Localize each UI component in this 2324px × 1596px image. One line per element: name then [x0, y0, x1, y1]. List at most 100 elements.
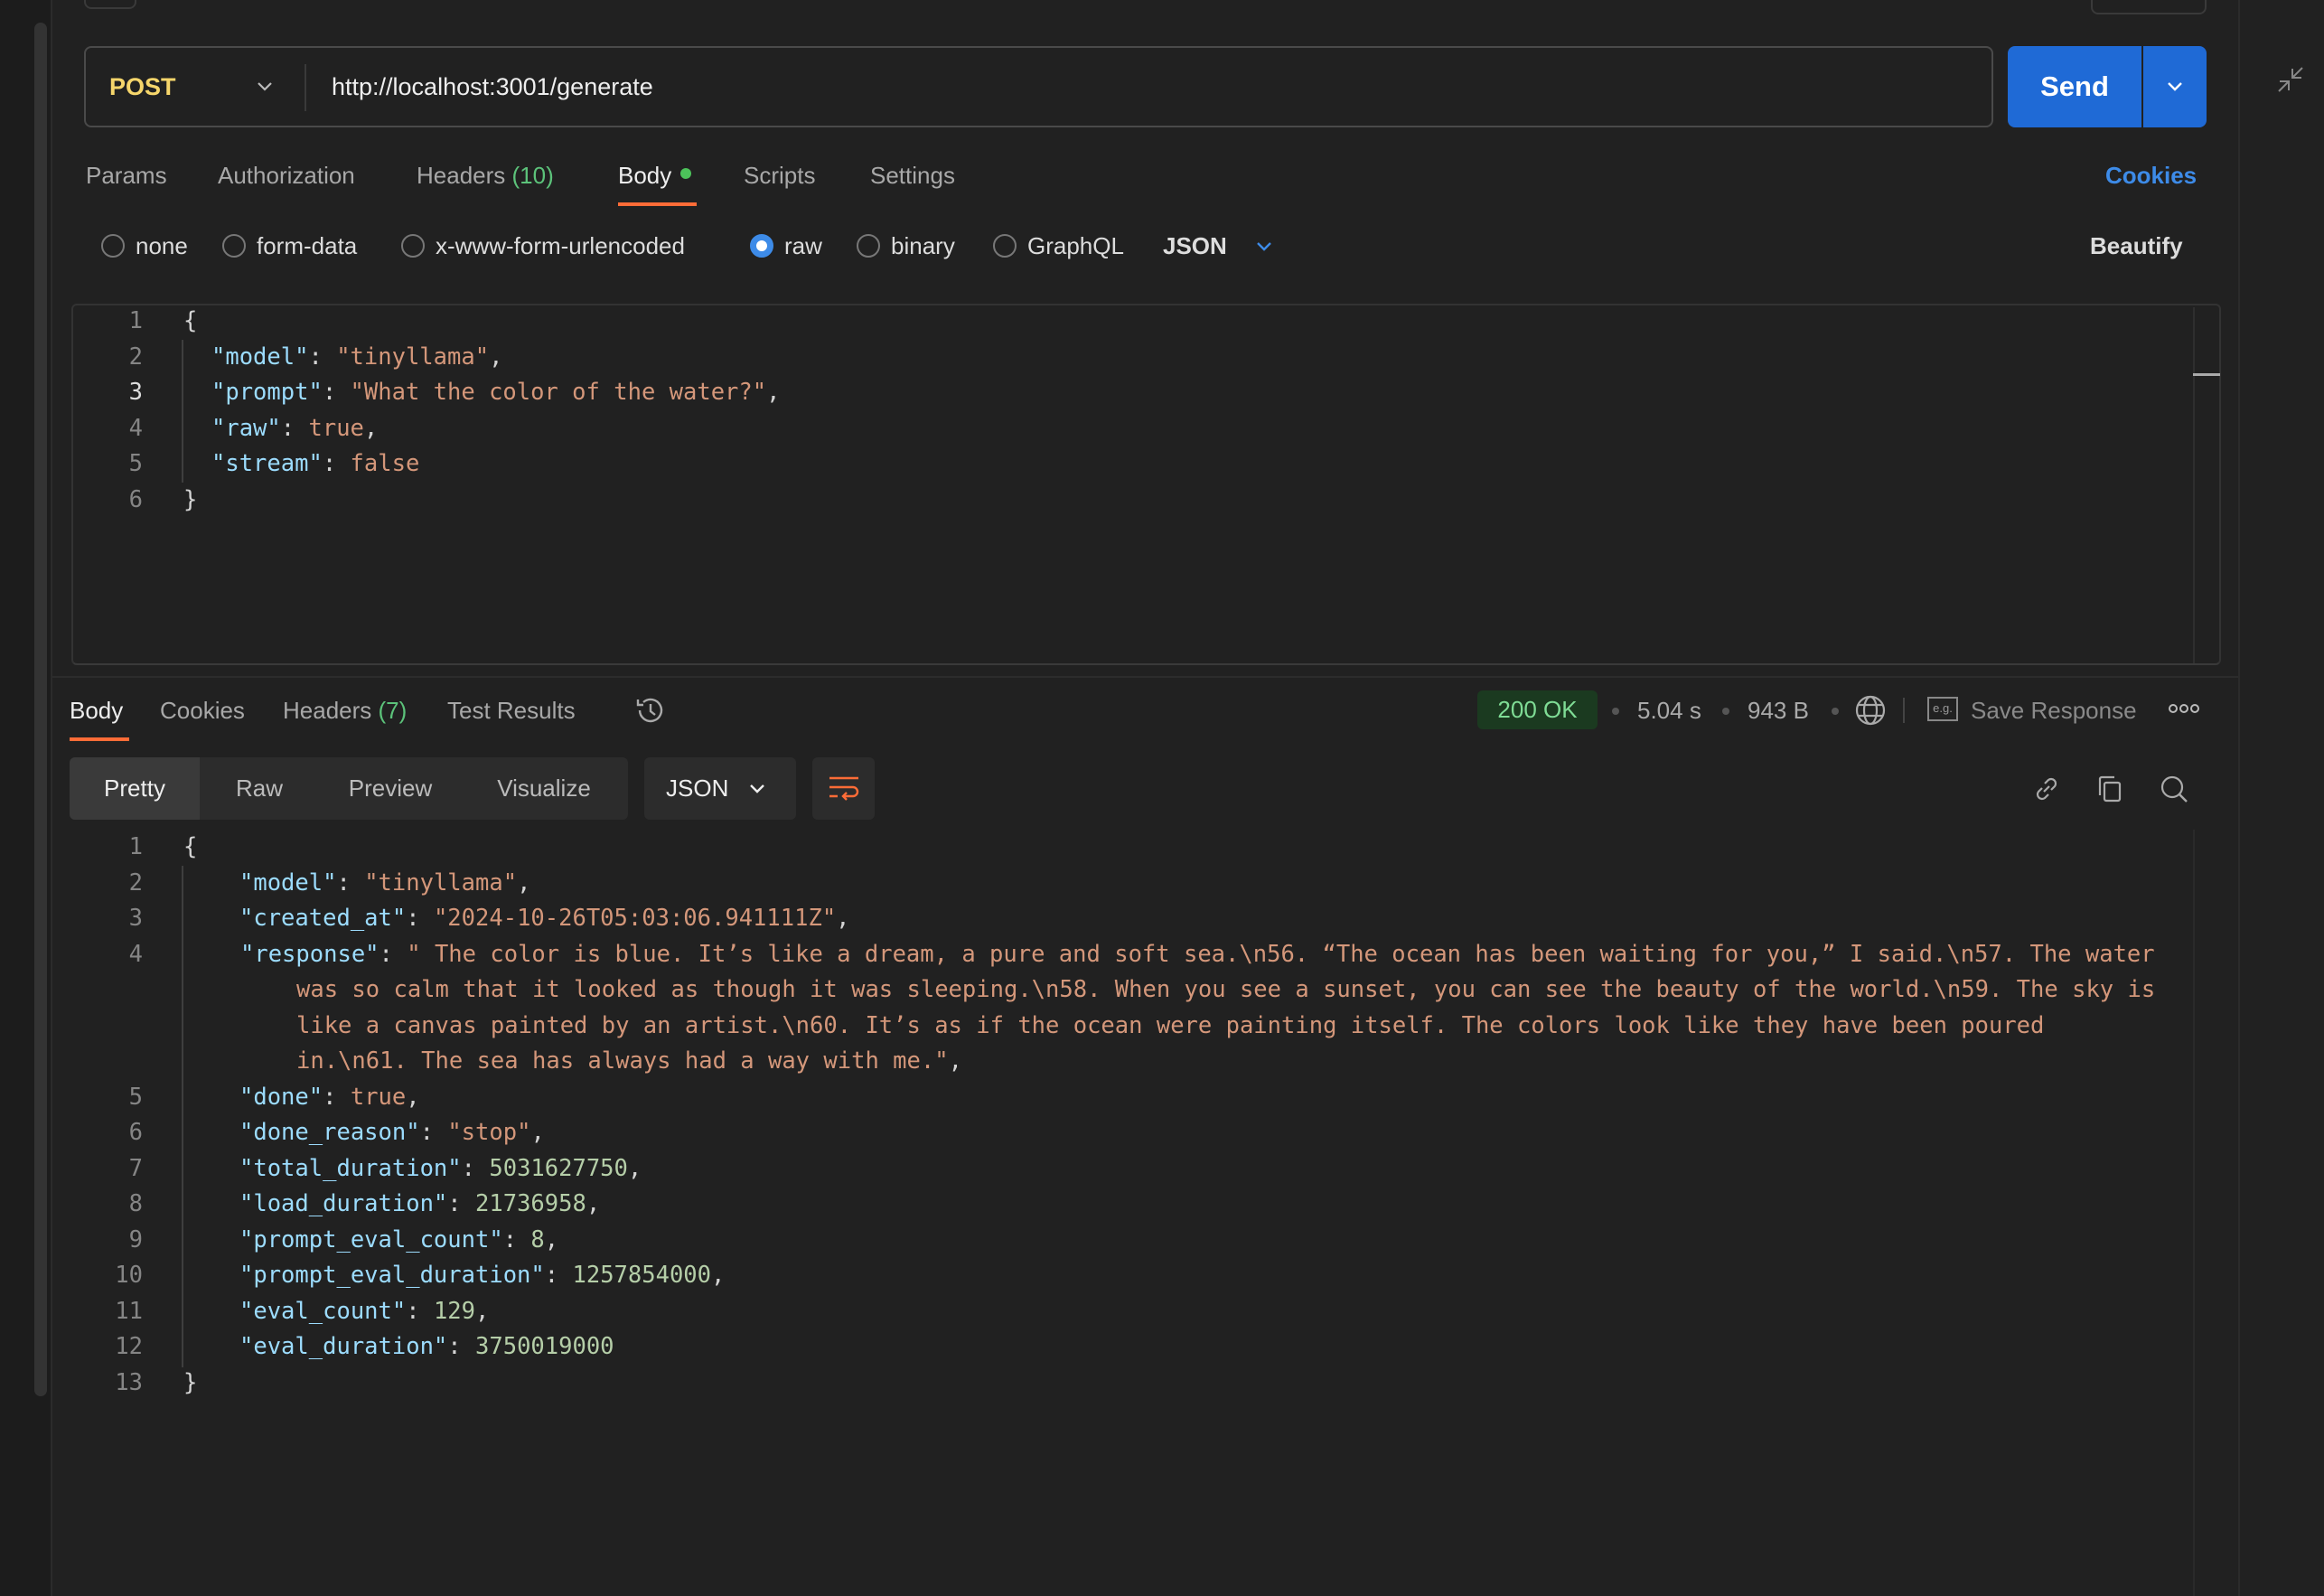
code-line: "model": "tinyllama", — [239, 866, 530, 902]
url-input[interactable]: http://localhost:3001/generate — [332, 48, 653, 126]
top-button[interactable] — [2091, 0, 2207, 14]
response-size[interactable]: 943 B — [1748, 694, 1809, 727]
json-key: "prompt" — [211, 379, 323, 406]
radio-label-none[interactable]: none — [136, 230, 188, 262]
radio-form-data[interactable] — [222, 234, 246, 258]
json-punctuation: , — [406, 1083, 420, 1111]
radio-binary[interactable] — [857, 234, 880, 258]
json-punctuation: , — [530, 1119, 545, 1146]
json-punctuation: , — [544, 1225, 559, 1253]
search-icon[interactable] — [2159, 774, 2189, 804]
view-preview[interactable]: Preview — [323, 757, 458, 820]
json-punctuation: , — [766, 379, 781, 406]
code-line: "load_duration": 21736958, — [239, 1187, 600, 1223]
code-line: "stream": false — [211, 446, 419, 483]
method-select[interactable]: POST — [109, 48, 176, 126]
format-select[interactable]: JSON — [644, 757, 796, 820]
view-raw[interactable]: Raw — [205, 757, 314, 820]
json-punctuation: : — [544, 1262, 573, 1289]
link-icon[interactable] — [2031, 774, 2062, 804]
top-control[interactable] — [84, 0, 136, 9]
chevron-down-icon[interactable] — [1252, 235, 1276, 258]
divider — [305, 64, 306, 111]
beautify-button[interactable]: Beautify — [2090, 230, 2183, 262]
response-tab-headers[interactable]: Headers (7) — [283, 694, 407, 727]
response-tab-test-results[interactable]: Test Results — [447, 694, 576, 727]
radio-none[interactable] — [101, 234, 125, 258]
json-key: "load_duration" — [239, 1190, 448, 1217]
line-number: 3 — [128, 379, 143, 406]
line-number: 12 — [115, 1333, 143, 1360]
collapse-icon[interactable] — [2276, 65, 2305, 94]
code-line: "done_reason": "stop", — [239, 1115, 545, 1151]
tab-authorization[interactable]: Authorization — [218, 159, 355, 192]
radio-label-urlencoded[interactable]: x-www-form-urlencoded — [436, 230, 685, 262]
radio-label-form-data[interactable]: form-data — [257, 230, 357, 262]
json-punctuation: : — [308, 343, 337, 371]
json-punctuation: , — [711, 1262, 726, 1289]
line-number: 5 — [128, 450, 143, 477]
json-punctuation: { — [183, 307, 198, 334]
tab-headers[interactable]: Headers (10) — [417, 159, 554, 192]
code-line: "raw": true, — [211, 411, 378, 447]
copy-icon[interactable] — [2094, 774, 2125, 804]
send-button[interactable]: Send — [2008, 46, 2141, 127]
wrap-lines-button[interactable] — [812, 757, 875, 820]
pane-divider[interactable] — [52, 676, 2238, 678]
response-tab-body[interactable]: Body — [70, 694, 123, 727]
json-key: "eval_count" — [239, 1297, 407, 1325]
tab-body[interactable]: Body — [618, 159, 692, 192]
radio-urlencoded[interactable] — [401, 234, 425, 258]
status-badge[interactable]: 200 OK — [1477, 690, 1598, 729]
response-tab-cookies[interactable]: Cookies — [160, 694, 245, 727]
tab-settings[interactable]: Settings — [870, 159, 955, 192]
tab-scripts[interactable]: Scripts — [744, 159, 815, 192]
json-key: "prompt_eval_count" — [239, 1225, 503, 1253]
json-key: "prompt_eval_duration" — [239, 1262, 545, 1289]
headers-count: (7) — [378, 697, 408, 724]
line-number: 9 — [128, 1225, 143, 1253]
tab-params[interactable]: Params — [86, 159, 167, 192]
json-punctuation: , — [363, 414, 379, 442]
json-punctuation: : — [447, 1333, 476, 1360]
json-number: 1257854000 — [572, 1262, 712, 1289]
code-line: "prompt": "What the color of the water?"… — [211, 375, 780, 411]
modified-dot-icon — [680, 168, 692, 180]
radio-graphql[interactable] — [993, 234, 1017, 258]
json-punctuation: , — [489, 343, 503, 371]
code-line: } — [183, 483, 197, 519]
history-icon[interactable] — [634, 694, 667, 727]
response-time[interactable]: 5.04 s — [1637, 694, 1701, 727]
radio-label-binary[interactable]: binary — [891, 230, 955, 262]
json-punctuation: : — [323, 1083, 351, 1111]
response-scrollbar[interactable] — [2193, 830, 2195, 1596]
json-punctuation: : — [406, 1297, 434, 1325]
view-pretty[interactable]: Pretty — [70, 757, 200, 820]
radio-label-raw[interactable]: raw — [784, 230, 822, 262]
view-visualize[interactable]: Visualize — [467, 757, 621, 820]
format-label: JSON — [666, 775, 729, 802]
line-number: 10 — [115, 1262, 143, 1289]
globe-icon[interactable] — [1854, 694, 1887, 727]
cookies-link[interactable]: Cookies — [2105, 159, 2197, 192]
json-punctuation: , — [517, 868, 531, 897]
json-key: "done_reason" — [239, 1119, 420, 1146]
radio-raw[interactable] — [750, 234, 773, 258]
radio-label-graphql[interactable]: GraphQL — [1027, 230, 1124, 262]
json-boolean: true — [350, 1083, 407, 1111]
chevron-down-icon[interactable] — [253, 75, 276, 99]
send-options-button[interactable] — [2143, 46, 2207, 127]
json-key: "raw" — [211, 414, 281, 442]
code-line: { — [183, 304, 197, 340]
sidebar-scrollbar[interactable] — [34, 23, 47, 1396]
editor-scrollbar[interactable] — [2193, 307, 2195, 663]
language-select[interactable]: JSON — [1163, 230, 1227, 262]
line-number: 8 — [128, 1190, 143, 1217]
code-line: "response": " The color is blue. It’s li… — [183, 937, 2162, 1080]
tab-label: Headers — [417, 162, 506, 189]
json-string: "tinyllama" — [336, 343, 490, 371]
line-number: 2 — [128, 868, 143, 897]
json-punctuation: : — [280, 414, 309, 442]
save-response-button[interactable]: Save Response — [1971, 694, 2137, 727]
more-options-icon[interactable] — [2169, 701, 2199, 716]
